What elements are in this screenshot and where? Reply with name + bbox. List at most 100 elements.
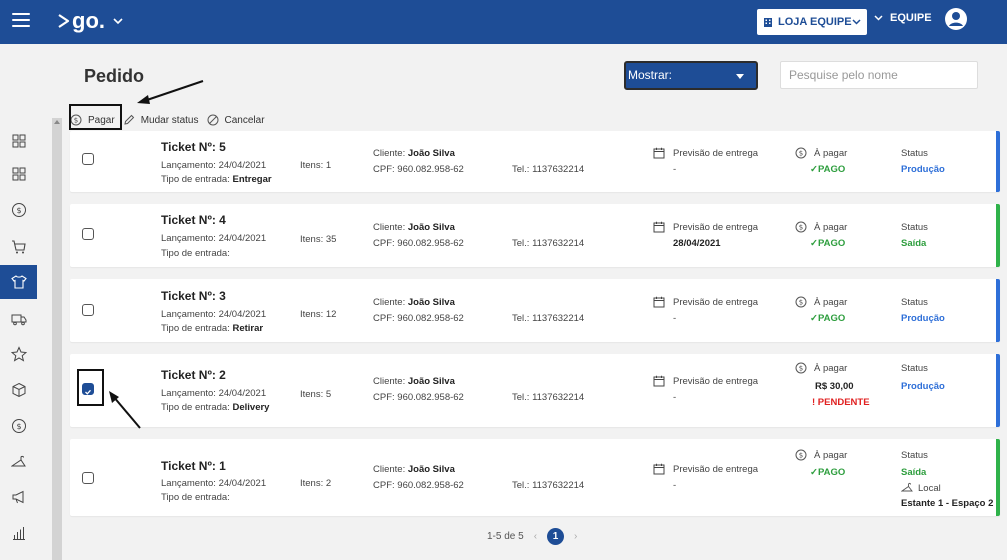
store-selector[interactable]: LOJA EQUIPE — [757, 9, 867, 35]
check-icon: ✓ — [810, 467, 818, 478]
dollar-circle-icon: $ — [795, 362, 807, 374]
delivery-forecast-label: Previsão de entrega — [673, 148, 759, 159]
sidebar-finance[interactable]: $ — [0, 193, 37, 227]
megaphone-icon — [12, 490, 23, 504]
ticket-release: Lançamento: 24/04/2021 — [161, 388, 267, 399]
status-label: Status — [901, 222, 928, 233]
caret-down-icon — [736, 74, 744, 79]
play-logo-icon — [58, 14, 70, 28]
ticket-entry-type: Tipo de entrada: — [161, 492, 230, 503]
delivery-forecast-value: 28/04/2021 — [673, 238, 721, 249]
ticket-title: Ticket Nº: 1 — [161, 459, 226, 473]
to-pay-label: À pagar — [814, 297, 848, 308]
change-status-button[interactable]: Mudar status — [123, 114, 199, 126]
sidebar-orders[interactable] — [0, 265, 37, 299]
ticket-checkbox[interactable] — [82, 472, 94, 484]
top-bar: go. LOJA EQUIPE EQUIPE — [0, 0, 1007, 44]
status-stripe — [996, 131, 1000, 192]
ticket-card-2[interactable]: Ticket Nº: 2 Lançamento: 24/04/2021 Tipo… — [70, 354, 1000, 427]
page-button-current[interactable]: 1 — [547, 528, 565, 545]
cancel-button[interactable]: Cancelar — [207, 114, 265, 126]
check-icon: ✓ — [810, 238, 818, 249]
svg-text:$: $ — [16, 206, 21, 215]
logo[interactable]: go. — [58, 8, 125, 34]
ticket-phone: Tel.: 1137632214 — [512, 238, 585, 249]
team-selector[interactable]: EQUIPE — [874, 12, 932, 24]
delivery-forecast-label: Previsão de entrega — [673, 376, 759, 387]
search-input[interactable] — [780, 61, 978, 89]
sidebar-apps[interactable] — [0, 157, 37, 191]
show-filter-label: Mostrar: — [628, 68, 673, 82]
scroll-up-icon[interactable] — [54, 120, 60, 124]
ticket-phone: Tel.: 1137632214 — [512, 313, 585, 324]
ticket-cpf: CPF: 960.082.958-62 — [373, 392, 464, 403]
cube-icon — [12, 382, 25, 398]
highlight-box — [69, 104, 122, 130]
next-page-icon[interactable]: › — [574, 531, 577, 542]
ticket-title: Ticket Nº: 3 — [161, 289, 226, 303]
sidebar-favorites[interactable] — [0, 337, 37, 371]
ticket-card-3[interactable]: Ticket Nº: 3 Lançamento: 24/04/2021 Tipo… — [70, 279, 1000, 342]
check-icon: ✓ — [810, 164, 818, 175]
status-stripe — [996, 279, 1000, 342]
sidebar-reports[interactable] — [0, 516, 37, 550]
grid-icon — [12, 167, 25, 181]
delivery-forecast-value: - — [673, 392, 677, 403]
pagination: 1-5 de 5 ‹ 1 › — [487, 528, 587, 545]
team-label: EQUIPE — [890, 12, 932, 24]
ticket-phone: Tel.: 1137632214 — [512, 480, 585, 491]
sidebar-cart[interactable] — [0, 230, 37, 264]
payment-status: ! PENDENTE — [812, 397, 870, 408]
sidebar-products[interactable] — [0, 373, 37, 407]
chevron-down-icon[interactable] — [113, 17, 123, 25]
dollar-circle-icon: $ — [11, 419, 26, 433]
ticket-card-1[interactable]: Ticket Nº: 1 Lançamento: 24/04/2021 Tipo… — [70, 439, 1000, 516]
ticket-client: Cliente: João Silva — [373, 297, 455, 308]
ticket-title: Ticket Nº: 2 — [161, 368, 226, 382]
dollar-circle-icon: $ — [11, 203, 26, 217]
sidebar-delivery[interactable] — [0, 302, 37, 336]
ticket-entry-type: Tipo de entrada: — [161, 248, 230, 259]
ticket-card-4[interactable]: Ticket Nº: 4 Lançamento: 24/04/2021 Tipo… — [70, 204, 1000, 267]
ticket-checkbox[interactable] — [82, 304, 94, 316]
hamburger-menu-icon[interactable] — [12, 13, 30, 29]
status-stripe — [996, 354, 1000, 427]
calendar-icon — [653, 375, 665, 387]
sidebar-hanger[interactable] — [0, 445, 37, 479]
sidebar-marketing[interactable] — [0, 480, 37, 514]
show-filter-select[interactable]: Mostrar: — [624, 61, 758, 90]
location-label: Local — [918, 483, 941, 494]
sidebar-payments[interactable]: $ — [0, 409, 37, 443]
prev-page-icon[interactable]: ‹ — [534, 531, 537, 542]
calendar-icon — [653, 296, 665, 308]
delivery-forecast-value: - — [673, 164, 677, 175]
sidebar-dashboard[interactable] — [0, 124, 37, 158]
bar-chart-icon — [12, 527, 25, 540]
cart-icon — [11, 240, 26, 254]
ticket-checkbox[interactable] — [82, 153, 94, 165]
ticket-entry-type: Tipo de entrada: Entregar — [161, 174, 272, 185]
to-pay-label: À pagar — [814, 450, 848, 461]
chevron-down-icon — [874, 15, 883, 21]
ticket-checkbox[interactable] — [82, 228, 94, 240]
status-stripe — [996, 204, 1000, 267]
payment-status: ✓PAGO — [810, 238, 846, 249]
payment-amount: R$ 30,00 — [815, 381, 854, 392]
building-icon — [764, 17, 772, 27]
dollar-circle-icon: $ — [795, 296, 807, 308]
ticket-cpf: CPF: 960.082.958-62 — [373, 313, 464, 324]
scrollbar[interactable] — [52, 118, 62, 560]
logo-text: go. — [72, 8, 105, 33]
ticket-card-5[interactable]: Ticket Nº: 5 Lançamento: 24/04/2021 Tipo… — [70, 131, 1000, 192]
dollar-circle-icon: $ — [795, 449, 807, 461]
page-title: Pedido — [84, 66, 145, 86]
grid-icon — [12, 134, 25, 148]
order-status: Produção — [901, 313, 945, 324]
status-label: Status — [901, 450, 928, 461]
user-avatar-icon[interactable] — [944, 7, 968, 31]
cancel-label: Cancelar — [224, 114, 265, 126]
truck-icon — [11, 314, 26, 326]
status-label: Status — [901, 363, 928, 374]
to-pay-label: À pagar — [814, 363, 848, 374]
ticket-entry-type: Tipo de entrada: Delivery — [161, 402, 270, 413]
